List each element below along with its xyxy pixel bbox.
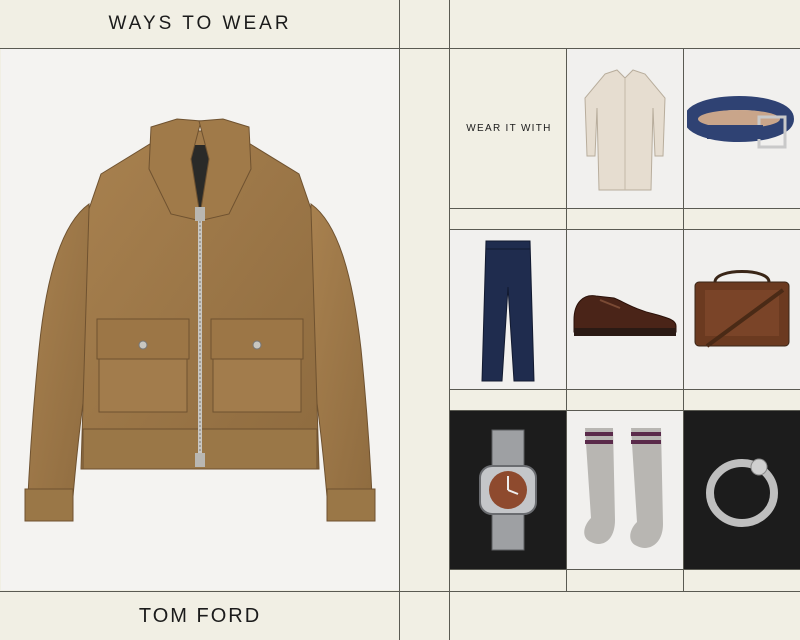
watch-illustration <box>479 429 537 551</box>
suede-jacket-illustration <box>24 118 376 522</box>
socks-illustration <box>584 428 663 548</box>
grid-line <box>449 389 800 390</box>
product-shirt[interactable] <box>567 49 683 208</box>
product-watch[interactable] <box>450 411 566 569</box>
grid-line <box>449 208 800 209</box>
brand-name: TOM FORD <box>138 604 262 627</box>
leather-bag-illustration <box>694 269 790 348</box>
page-title: WAYS TO WEAR <box>108 13 292 34</box>
ring-illustration <box>706 458 778 527</box>
trousers-illustration <box>481 240 535 381</box>
product-derby-shoes[interactable] <box>567 230 683 389</box>
product-leather-bag[interactable] <box>684 230 800 389</box>
product-socks[interactable] <box>567 411 683 569</box>
product-belt[interactable] <box>684 49 800 208</box>
wear-it-with-label: WEAR IT WITH <box>466 122 552 134</box>
grid-line <box>449 569 800 570</box>
hero-jacket-image[interactable] <box>1 49 399 590</box>
grid-line <box>399 0 400 640</box>
belt-illustration <box>687 95 794 148</box>
product-ring[interactable] <box>684 411 800 569</box>
product-trousers[interactable] <box>450 230 566 389</box>
shirt-illustration <box>584 68 666 190</box>
derby-shoes-illustration <box>573 294 677 336</box>
